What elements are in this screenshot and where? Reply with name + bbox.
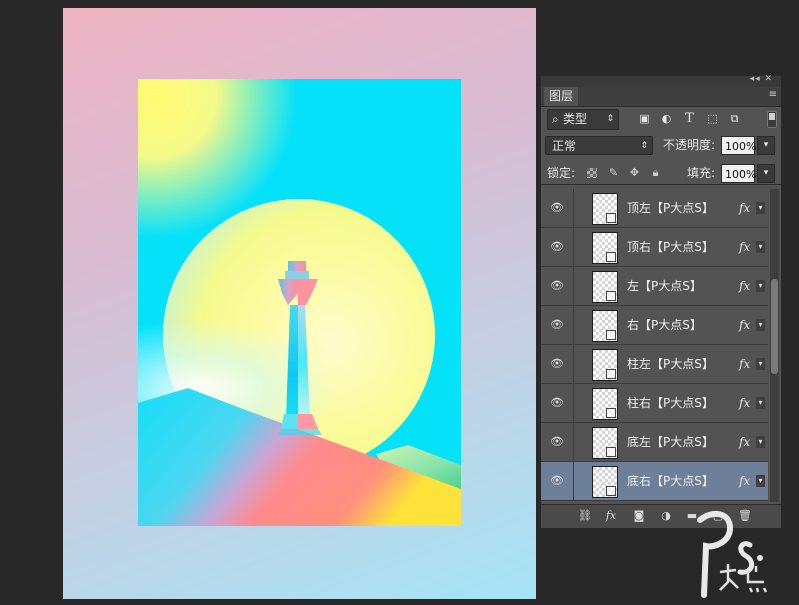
- tab-layers[interactable]: 图层: [544, 87, 579, 106]
- search-icon: ⌕: [552, 112, 559, 126]
- layer-fx-icon[interactable]: fx: [739, 423, 750, 461]
- layer-row[interactable]: 👁︎ 顶右【P大点S】 fx ▾: [541, 228, 768, 267]
- expand-effects-icon[interactable]: ▾: [756, 475, 765, 487]
- expand-effects-icon[interactable]: ▾: [756, 358, 765, 370]
- opacity-input[interactable]: 100%: [721, 136, 756, 155]
- artboard[interactable]: [138, 79, 461, 526]
- layer-thumbnail[interactable]: [592, 271, 618, 303]
- layer-row[interactable]: 👁︎ 柱右【P大点S】 fx ▾: [541, 384, 768, 423]
- eye-visibility-icon[interactable]: 👁︎: [541, 462, 574, 500]
- panel-titlebar[interactable]: ◂◂ ✕: [541, 74, 781, 87]
- fx-icon[interactable]: fx: [603, 508, 619, 524]
- blend-row: 正常 ⇕ 不透明度: 100% ▾: [541, 134, 781, 158]
- layer-thumbnail[interactable]: [592, 232, 618, 264]
- smart-object-filter-icon[interactable]: ⧉: [728, 112, 741, 125]
- layer-thumbnail[interactable]: [592, 427, 618, 459]
- lock-pixels-brush-icon[interactable]: ✎: [607, 166, 620, 179]
- lock-transparency-icon[interactable]: [587, 168, 597, 178]
- layer-fx-icon[interactable]: fx: [739, 384, 750, 422]
- layer-list: 👁︎ 顶左【P大点S】 fx ▾ 👁︎ 顶右【P大点S】 fx ▾ 👁︎ 左【P大点S】 fx ▾ 👁︎…: [541, 189, 768, 502]
- layer-name[interactable]: 顶右【P大点S】: [627, 228, 714, 266]
- expand-effects-icon[interactable]: ▾: [756, 241, 765, 253]
- blend-mode-value: 正常: [552, 139, 577, 153]
- blend-mode-select[interactable]: 正常 ⇕: [545, 136, 653, 155]
- fill-input[interactable]: 100%: [721, 164, 756, 183]
- tower-illustration: [278, 261, 322, 435]
- image-filter-icon[interactable]: ▣: [638, 112, 651, 125]
- adjustment-filter-icon[interactable]: ◐: [660, 112, 673, 125]
- lock-row: 锁定: ✎ ✥ 🔒︎ 填充: 100% ▾: [541, 162, 781, 185]
- expand-effects-icon[interactable]: ▾: [756, 397, 765, 409]
- eye-visibility-icon[interactable]: 👁︎: [541, 267, 574, 305]
- eye-visibility-icon[interactable]: 👁︎: [541, 228, 574, 266]
- scrollbar-thumb[interactable]: [771, 279, 778, 374]
- eye-visibility-icon[interactable]: 👁︎: [541, 306, 574, 344]
- ps-watermark-logo: [697, 510, 768, 598]
- adjustment-icon[interactable]: ◑: [658, 508, 674, 524]
- expand-effects-icon[interactable]: ▾: [756, 280, 765, 292]
- eye-visibility-icon[interactable]: 👁︎: [541, 423, 574, 461]
- layer-thumbnail[interactable]: [592, 388, 618, 420]
- layer-row[interactable]: 👁︎ 柱左【P大点S】 fx ▾: [541, 345, 768, 384]
- layer-row[interactable]: 👁︎ 顶左【P大点S】 fx ▾: [541, 189, 768, 228]
- opacity-dropdown-icon[interactable]: ▾: [757, 136, 775, 155]
- layer-name[interactable]: 底左【P大点S】: [627, 423, 714, 461]
- eye-visibility-icon[interactable]: 👁︎: [541, 384, 574, 422]
- layer-fx-icon[interactable]: fx: [739, 345, 750, 383]
- collapse-icon[interactable]: ◂◂ ✕: [750, 74, 773, 84]
- eye-visibility-icon[interactable]: 👁︎: [541, 189, 574, 227]
- panel-tab-row: 图层 ≡: [541, 87, 781, 107]
- filter-kind-label: 类型: [563, 112, 588, 126]
- link-icon[interactable]: ⛓: [577, 508, 593, 524]
- expand-effects-icon[interactable]: ▾: [756, 436, 765, 448]
- layer-row[interactable]: 👁︎ 底左【P大点S】 fx ▾: [541, 423, 768, 462]
- layer-row[interactable]: 👁︎ 左【P大点S】 fx ▾: [541, 267, 768, 306]
- filter-kind-select[interactable]: ⌕ 类型 ⇕: [547, 109, 619, 130]
- type-filter-icon[interactable]: T: [683, 112, 696, 125]
- layer-thumbnail[interactable]: [592, 310, 618, 342]
- layer-name[interactable]: 顶左【P大点S】: [627, 189, 714, 227]
- expand-effects-icon[interactable]: ▾: [756, 202, 765, 214]
- fill-dropdown-icon[interactable]: ▾: [757, 164, 775, 183]
- layer-row[interactable]: 👁︎ 右【P大点S】 fx ▾: [541, 306, 768, 345]
- fill-label: 填充:: [687, 166, 716, 180]
- opacity-label: 不透明度:: [663, 138, 716, 152]
- layer-fx-icon[interactable]: fx: [739, 189, 750, 227]
- expand-effects-icon[interactable]: ▾: [756, 319, 765, 331]
- mask-icon[interactable]: ◙: [631, 508, 647, 524]
- layer-row[interactable]: 👁︎ 底右【P大点S】 fx ▾: [541, 462, 768, 501]
- layer-thumbnail[interactable]: [592, 466, 618, 498]
- layer-thumbnail[interactable]: [592, 193, 618, 225]
- layer-thumbnail[interactable]: [592, 349, 618, 381]
- document-canvas[interactable]: [63, 8, 536, 599]
- shape-filter-icon[interactable]: ⬚: [706, 112, 719, 125]
- filter-toggle-switch[interactable]: [767, 111, 777, 128]
- layers-panel: ◂◂ ✕ 图层 ≡ ⌕ 类型 ⇕ ▣ ◐ T ⬚ ⧉ 正常 ⇕ 不透明度: 10…: [540, 74, 782, 528]
- lock-all-icon[interactable]: 🔒︎: [649, 166, 662, 179]
- panel-menu-icon[interactable]: ≡: [769, 89, 777, 100]
- layer-name[interactable]: 右【P大点S】: [627, 306, 702, 344]
- layer-filter-row: ⌕ 类型 ⇕ ▣ ◐ T ⬚ ⧉: [541, 107, 781, 133]
- layer-name[interactable]: 柱左【P大点S】: [627, 345, 714, 383]
- lock-position-move-icon[interactable]: ✥: [628, 166, 641, 179]
- lock-label: 锁定:: [547, 166, 576, 180]
- layer-fx-icon[interactable]: fx: [739, 462, 750, 500]
- layer-fx-icon[interactable]: fx: [739, 306, 750, 344]
- layer-name[interactable]: 柱右【P大点S】: [627, 384, 714, 422]
- chevron-updown-icon: ⇕: [640, 141, 648, 151]
- layer-name[interactable]: 左【P大点S】: [627, 267, 702, 305]
- chevron-updown-icon: ⇕: [606, 114, 614, 124]
- layer-name[interactable]: 底右【P大点S】: [627, 462, 714, 500]
- layer-list-scrollbar[interactable]: [770, 189, 779, 502]
- layer-fx-icon[interactable]: fx: [739, 228, 750, 266]
- layer-fx-icon[interactable]: fx: [739, 267, 750, 305]
- eye-visibility-icon[interactable]: 👁︎: [541, 345, 574, 383]
